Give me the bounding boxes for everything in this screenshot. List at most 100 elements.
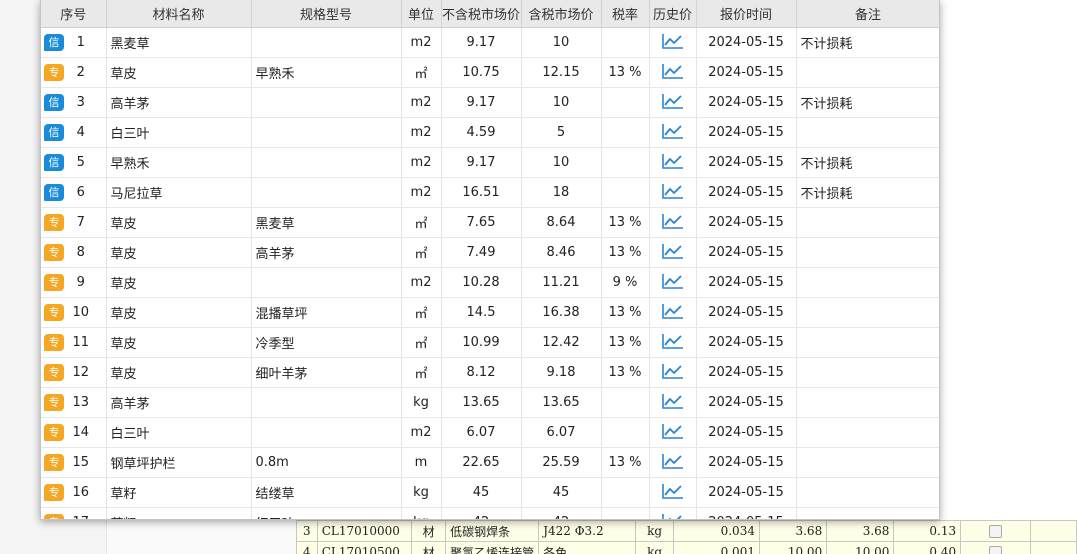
material-name: 草籽 <box>106 477 252 508</box>
spec-model: 0.8m <box>251 447 402 478</box>
price-in-tax: 11.21 <box>521 267 602 298</box>
table-row[interactable]: 专 16 草籽 结缕草 kg 45 45 2024-05-15 <box>41 477 939 508</box>
note <box>796 267 939 298</box>
row-checkbox[interactable] <box>988 525 1002 538</box>
row-seq: 10 <box>72 305 90 320</box>
quote-date: 2024-05-15 <box>696 447 797 478</box>
unit: m2 <box>401 147 442 178</box>
trend-line-icon[interactable] <box>661 483 684 503</box>
price-in-tax: 6.07 <box>521 417 602 448</box>
table-row[interactable]: 专 7 草皮 黑麦草 ㎡ 7.65 8.64 13 % 2024-05-15 <box>41 207 939 238</box>
table-row[interactable]: 专 2 草皮 早熟禾 ㎡ 10.75 12.15 13 % 2024-05-15 <box>41 57 939 88</box>
tax-rate: 13 % <box>601 207 650 238</box>
trend-line-icon[interactable] <box>661 513 684 519</box>
col-header-note[interactable]: 备注 <box>796 0 939 28</box>
material-name: 黑麦草 <box>106 27 252 58</box>
table-row[interactable]: 信 5 早熟禾 m2 9.17 10 2024-05-15 不计损耗 <box>41 147 939 178</box>
quote-date: 2024-05-15 <box>696 327 797 358</box>
col-header-history[interactable]: 历史价 <box>649 0 697 28</box>
tax-rate: 13 % <box>601 357 650 388</box>
row-seq: 17 <box>64 515 102 519</box>
background-quota-table: 3 CL17010000 材 低碳钢焊条 J422 Φ3.2 kg 0.034 … <box>296 520 1077 554</box>
trend-line-icon[interactable] <box>661 453 684 473</box>
trend-line-icon[interactable] <box>661 393 684 413</box>
note <box>796 297 939 328</box>
note: 不计损耗 <box>796 27 939 58</box>
trend-line-icon[interactable] <box>661 153 684 173</box>
background-left-panel <box>0 0 40 554</box>
col-header-price-ex-tax[interactable]: 不含税市场价 <box>441 0 522 28</box>
trend-line-icon[interactable] <box>661 213 684 233</box>
note <box>796 387 939 418</box>
table-row[interactable]: 专 14 白三叶 m2 6.07 6.07 2024-05-15 <box>41 417 939 448</box>
background-table-row[interactable]: 3 CL17010000 材 低碳钢焊条 J422 Φ3.2 kg 0.034 … <box>296 520 1077 542</box>
row-seq: 12 <box>72 365 90 380</box>
table-row[interactable]: 信 6 马尼拉草 m2 16.51 18 2024-05-15 不计损耗 <box>41 177 939 208</box>
material-name: 高羊茅 <box>106 87 252 118</box>
unit: kg <box>401 387 442 418</box>
tax-rate: 13 % <box>601 447 650 478</box>
spec-model: 红三叶 <box>251 507 402 519</box>
trend-line-icon[interactable] <box>661 333 684 353</box>
price-in-tax: 42 <box>521 507 602 519</box>
trend-line-icon[interactable] <box>661 273 684 293</box>
table-row[interactable]: 专 15 钢草坪护栏 0.8m m 22.65 25.59 13 % 2024-… <box>41 447 939 478</box>
table-row[interactable]: 专 12 草皮 细叶羊茅 ㎡ 8.12 9.18 13 % 2024-05-15 <box>41 357 939 388</box>
unit: m2 <box>401 177 442 208</box>
note <box>796 357 939 388</box>
quote-date: 2024-05-15 <box>696 87 797 118</box>
table-row[interactable]: 专 10 草皮 混播草坪 ㎡ 14.5 16.38 13 % 2024-05-1… <box>41 297 939 328</box>
col-header-spec[interactable]: 规格型号 <box>251 0 402 28</box>
price-in-tax: 12.42 <box>521 327 602 358</box>
price-ex-tax: 10.28 <box>441 267 522 298</box>
market-price-table: 序号 材料名称 规格型号 单位 不含税市场价 含税市场价 税率 历史价 报价时间… <box>41 0 939 519</box>
material-name: 草皮 <box>106 297 252 328</box>
price-ex-tax: 45 <box>441 477 522 508</box>
note <box>796 417 939 448</box>
unit: m2 <box>401 267 442 298</box>
col-header-unit[interactable]: 单位 <box>401 0 442 28</box>
price-ex-tax: 8.12 <box>441 357 522 388</box>
note <box>796 477 939 508</box>
trend-line-icon[interactable] <box>661 363 684 383</box>
note <box>796 207 939 238</box>
table-row[interactable]: 专 9 草皮 m2 10.28 11.21 9 % 2024-05-15 <box>41 267 939 298</box>
col-header-name[interactable]: 材料名称 <box>106 0 252 28</box>
source-badge: 专 <box>44 514 64 519</box>
source-badge: 专 <box>44 484 64 501</box>
unit: m <box>401 447 442 478</box>
material-name: 草籽 <box>106 507 252 519</box>
table-row[interactable]: 专 17 草籽 红三叶 kg 42 42 2024-05-15 <box>41 507 939 519</box>
col-header-price-in-tax[interactable]: 含税市场价 <box>521 0 602 28</box>
source-badge: 信 <box>44 34 64 51</box>
table-row[interactable]: 专 11 草皮 冷季型 ㎡ 10.99 12.42 13 % 2024-05-1… <box>41 327 939 358</box>
trend-line-icon[interactable] <box>661 183 684 203</box>
table-row[interactable]: 信 1 黑麦草 m2 9.17 10 2024-05-15 不计损耗 <box>41 27 939 58</box>
unit: m2 <box>401 117 442 148</box>
trend-line-icon[interactable] <box>661 243 684 263</box>
table-row[interactable]: 信 3 高羊茅 m2 9.17 10 2024-05-15 不计损耗 <box>41 87 939 118</box>
background-table-row[interactable]: 4 CL17010500 材 聚氯乙烯连接管 各色 kg 0.001 10.00… <box>296 541 1077 554</box>
table-row[interactable]: 专 8 草皮 高羊茅 ㎡ 7.49 8.46 13 % 2024-05-15 <box>41 237 939 268</box>
price-in-tax: 8.46 <box>521 237 602 268</box>
trend-line-icon[interactable] <box>661 123 684 143</box>
trend-line-icon[interactable] <box>661 63 684 83</box>
col-header-date[interactable]: 报价时间 <box>696 0 797 28</box>
trend-line-icon[interactable] <box>661 303 684 323</box>
background-tree-panel <box>0 520 297 554</box>
row-checkbox[interactable] <box>988 546 1002 554</box>
tax-rate: 13 % <box>601 327 650 358</box>
row-seq: 14 <box>72 425 90 440</box>
spec-model <box>251 177 402 208</box>
col-header-tax-rate[interactable]: 税率 <box>601 0 650 28</box>
trend-line-icon[interactable] <box>661 93 684 113</box>
table-row[interactable]: 专 13 高羊茅 kg 13.65 13.65 2024-05-15 <box>41 387 939 418</box>
trend-line-icon[interactable] <box>661 33 684 53</box>
material-name: 草皮 <box>106 207 252 238</box>
table-row[interactable]: 信 4 白三叶 m2 4.59 5 2024-05-15 <box>41 117 939 148</box>
quote-date: 2024-05-15 <box>696 177 797 208</box>
unit: m2 <box>401 417 442 448</box>
trend-line-icon[interactable] <box>661 423 684 443</box>
col-header-seq[interactable]: 序号 <box>41 0 107 28</box>
tax-rate: 9 % <box>601 267 650 298</box>
